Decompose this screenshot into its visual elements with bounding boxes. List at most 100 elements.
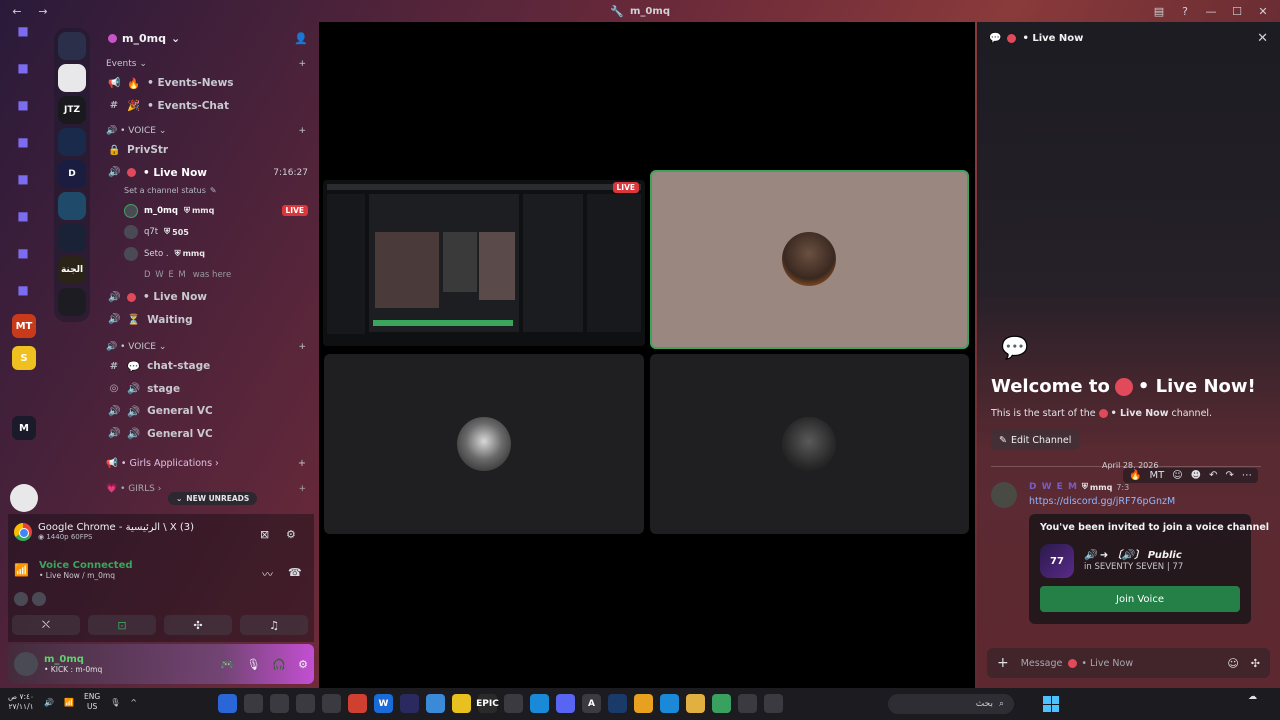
channel-chat-stage[interactable]: # 💬 chat-stage (96, 355, 318, 378)
taskbar-app-icon[interactable]: W (374, 694, 393, 713)
avatar[interactable] (14, 652, 38, 676)
server-icon[interactable]: S (12, 346, 36, 370)
server-icon[interactable] (58, 128, 86, 156)
channel-live-now[interactable]: 🔊 • Live Now (96, 286, 318, 309)
more-icon[interactable]: ⋯ (1242, 470, 1252, 481)
user-avatar-server[interactable] (10, 484, 38, 512)
join-voice-button[interactable]: Join Voice (1040, 586, 1240, 612)
new-unreads-button[interactable]: ⌄ NEW UNREADS (168, 492, 258, 505)
taskbar-app-icon[interactable] (608, 694, 627, 713)
taskbar-app-icon[interactable] (738, 694, 757, 713)
channel-status-hint[interactable]: Set a channel status ✎ (96, 184, 318, 196)
taskbar-app-icon[interactable] (452, 694, 471, 713)
taskbar-app-icon[interactable] (244, 694, 263, 713)
taskbar-search[interactable]: بحث ⌕ (888, 694, 1014, 714)
disconnect-icon[interactable]: ☎ (288, 566, 302, 579)
server-icon[interactable] (58, 224, 86, 252)
message-author[interactable]: D W E M (1029, 482, 1078, 492)
microphone-icon[interactable]: 🎙 (246, 658, 260, 671)
category-girls-applications[interactable]: 📢 • Girls Applications › + (96, 455, 318, 471)
participant-tile-speaking[interactable] (650, 170, 969, 349)
weather-icon[interactable]: ☁ (1248, 692, 1257, 702)
close-icon[interactable]: ✕ (1256, 4, 1270, 18)
plus-icon[interactable]: + (298, 59, 306, 69)
folder-icon[interactable]: ■ (14, 170, 32, 188)
channel-general-vc[interactable]: 🔊 🔊 General VC (96, 400, 318, 423)
channel-events-news[interactable]: 📢 🔥 • Events-News (96, 72, 318, 95)
avatar[interactable] (991, 482, 1017, 508)
reaction-icon[interactable]: 🔥 (1129, 470, 1141, 481)
taskbar-app-icon[interactable] (296, 694, 315, 713)
emoji-icon[interactable]: ☺ (1172, 470, 1182, 481)
camera-off-button[interactable]: ⛌ (12, 615, 80, 635)
clock[interactable]: ٧:٤٠ ص ٢٧/١١/١ (8, 692, 34, 712)
participant-tile[interactable] (650, 354, 969, 534)
forward-icon[interactable]: ↷ (1225, 470, 1233, 481)
category-voice[interactable]: 🔊 • VOICE ⌄ + (96, 123, 318, 139)
server-icon[interactable]: MT (12, 314, 36, 338)
taskbar-app-icon[interactable]: EPIC (476, 694, 499, 713)
add-member-icon[interactable]: 👤 (294, 32, 308, 45)
taskbar-app-icon[interactable] (712, 694, 731, 713)
apps-icon[interactable]: ✣ (1251, 657, 1260, 670)
edit-channel-button[interactable]: ✎ Edit Channel (991, 430, 1080, 450)
controller-icon[interactable]: 🎮 (221, 658, 235, 671)
plus-icon[interactable]: + (298, 484, 306, 494)
plus-icon[interactable]: + (298, 342, 306, 352)
screen-share-button[interactable]: ⊡ (88, 615, 156, 635)
stop-stream-icon[interactable]: ⊠ (260, 528, 269, 541)
activities-button[interactable]: ✣ (164, 615, 232, 635)
server-icon[interactable]: D (58, 160, 86, 188)
windows-start-icon[interactable] (1043, 696, 1059, 712)
wifi-icon[interactable]: 📶 (64, 698, 74, 707)
voice-member[interactable]: Seto . ⛨ mmq (96, 243, 318, 265)
inbox-icon[interactable]: ▤ (1152, 4, 1166, 18)
headphones-icon[interactable]: 🎧 (272, 658, 286, 671)
back-arrow-icon[interactable]: ← (10, 4, 24, 18)
language-indicator[interactable]: ENG US (84, 692, 100, 712)
channel-stage[interactable]: ◎ 🔊 stage (96, 378, 318, 401)
message-composer[interactable]: + Message • Live Now ☺ ✣ (987, 648, 1270, 678)
mt-icon[interactable]: MT (1149, 470, 1164, 481)
taskbar-app-icon[interactable] (322, 694, 341, 713)
folder-icon[interactable]: ■ (14, 207, 32, 225)
forward-arrow-icon[interactable]: → (36, 4, 50, 18)
taskbar-app-icon[interactable] (218, 694, 237, 713)
taskbar-app-icon[interactable] (348, 694, 367, 713)
folder-icon[interactable]: ■ (14, 133, 32, 151)
server-icon[interactable]: M (12, 416, 36, 440)
taskbar-app-icon[interactable] (400, 694, 419, 713)
microphone-icon[interactable]: 🎙 (110, 698, 120, 707)
folder-icon[interactable]: ■ (14, 22, 32, 40)
category-voice-2[interactable]: 🔊 • VOICE ⌄ + (96, 339, 318, 355)
taskbar-app-icon[interactable] (270, 694, 289, 713)
taskbar-app-icon[interactable] (426, 694, 445, 713)
folder-icon[interactable]: ■ (14, 59, 32, 77)
taskbar-app-icon[interactable] (530, 694, 549, 713)
server-icon[interactable] (58, 288, 86, 316)
taskbar-app-icon[interactable] (764, 694, 783, 713)
plus-icon[interactable]: + (298, 458, 306, 469)
channel-waiting[interactable]: 🔊 ⏳ Waiting (96, 309, 318, 332)
taskbar-app-icon[interactable] (634, 694, 653, 713)
taskbar-app-icon[interactable] (686, 694, 705, 713)
sound-icon[interactable]: 🔊 (44, 698, 54, 707)
help-icon[interactable]: ? (1178, 4, 1192, 18)
taskbar-app-icon[interactable] (556, 694, 575, 713)
settings-icon[interactable]: ⚙ (298, 658, 308, 671)
channel-general-vc[interactable]: 🔊 🔊 General VC (96, 423, 318, 446)
server-icon[interactable]: الجنة (58, 256, 86, 284)
taskbar-app-icon[interactable] (504, 694, 523, 713)
voice-member[interactable]: m_0mq ⛨ mmq LIVE (96, 200, 318, 222)
server-icon[interactable] (58, 32, 86, 60)
reply-icon[interactable]: ↶ (1209, 470, 1217, 481)
stream-settings-icon[interactable]: ⚙ (286, 528, 296, 541)
server-icon[interactable] (58, 192, 86, 220)
folder-icon[interactable]: ■ (14, 96, 32, 114)
category-events[interactable]: Events ⌄ + (96, 56, 318, 72)
server-icon[interactable]: JTZ (58, 96, 86, 124)
plus-icon[interactable]: + (298, 126, 306, 136)
folder-icon[interactable]: ■ (14, 244, 32, 262)
noise-suppression-icon[interactable]: 〰 (262, 566, 273, 582)
folder-icon[interactable]: ■ (14, 281, 32, 299)
